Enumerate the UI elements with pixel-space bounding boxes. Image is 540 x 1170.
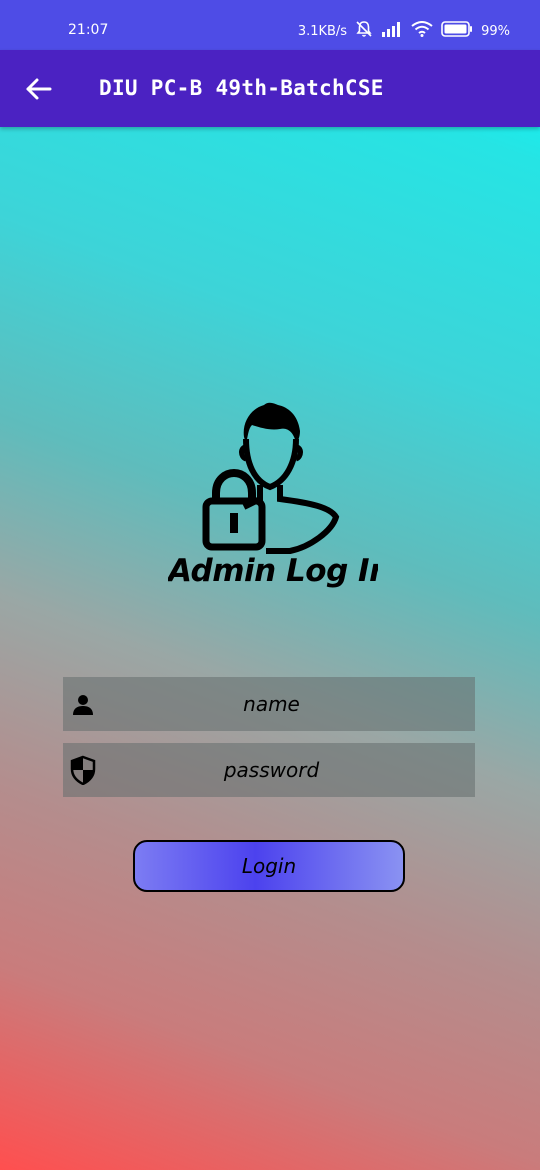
app-bar: DIU PC-B 49th-BatchCSE [0,50,540,127]
status-time: 21:07 [68,22,109,38]
battery-icon [441,21,473,41]
app-title: DIU PC-B 49th-BatchCSE [99,76,384,100]
admin-lock-icon [202,402,340,554]
login-button[interactable]: Login [133,840,405,892]
signal-icon [381,21,403,41]
mute-icon [355,20,373,42]
password-input[interactable] [100,742,475,798]
back-arrow-icon [26,78,52,100]
name-input[interactable] [100,676,475,732]
shield-icon [66,753,100,787]
network-speed: 3.1KB/s [297,23,348,39]
logo-caption: Admin Log In [168,553,378,589]
status-icons: 3.1KB/s 99% [298,20,510,42]
login-screen: 21:07 3.1KB/s 99% DIU PC-B 49th-BatchCSE… [0,0,540,1170]
password-field [63,742,475,798]
back-button[interactable] [22,72,56,106]
status-bar: 21:07 3.1KB/s 99% [0,0,540,50]
name-field [63,676,475,732]
wifi-icon [411,21,433,41]
battery-level: 99% [481,23,510,39]
person-icon [66,687,100,721]
